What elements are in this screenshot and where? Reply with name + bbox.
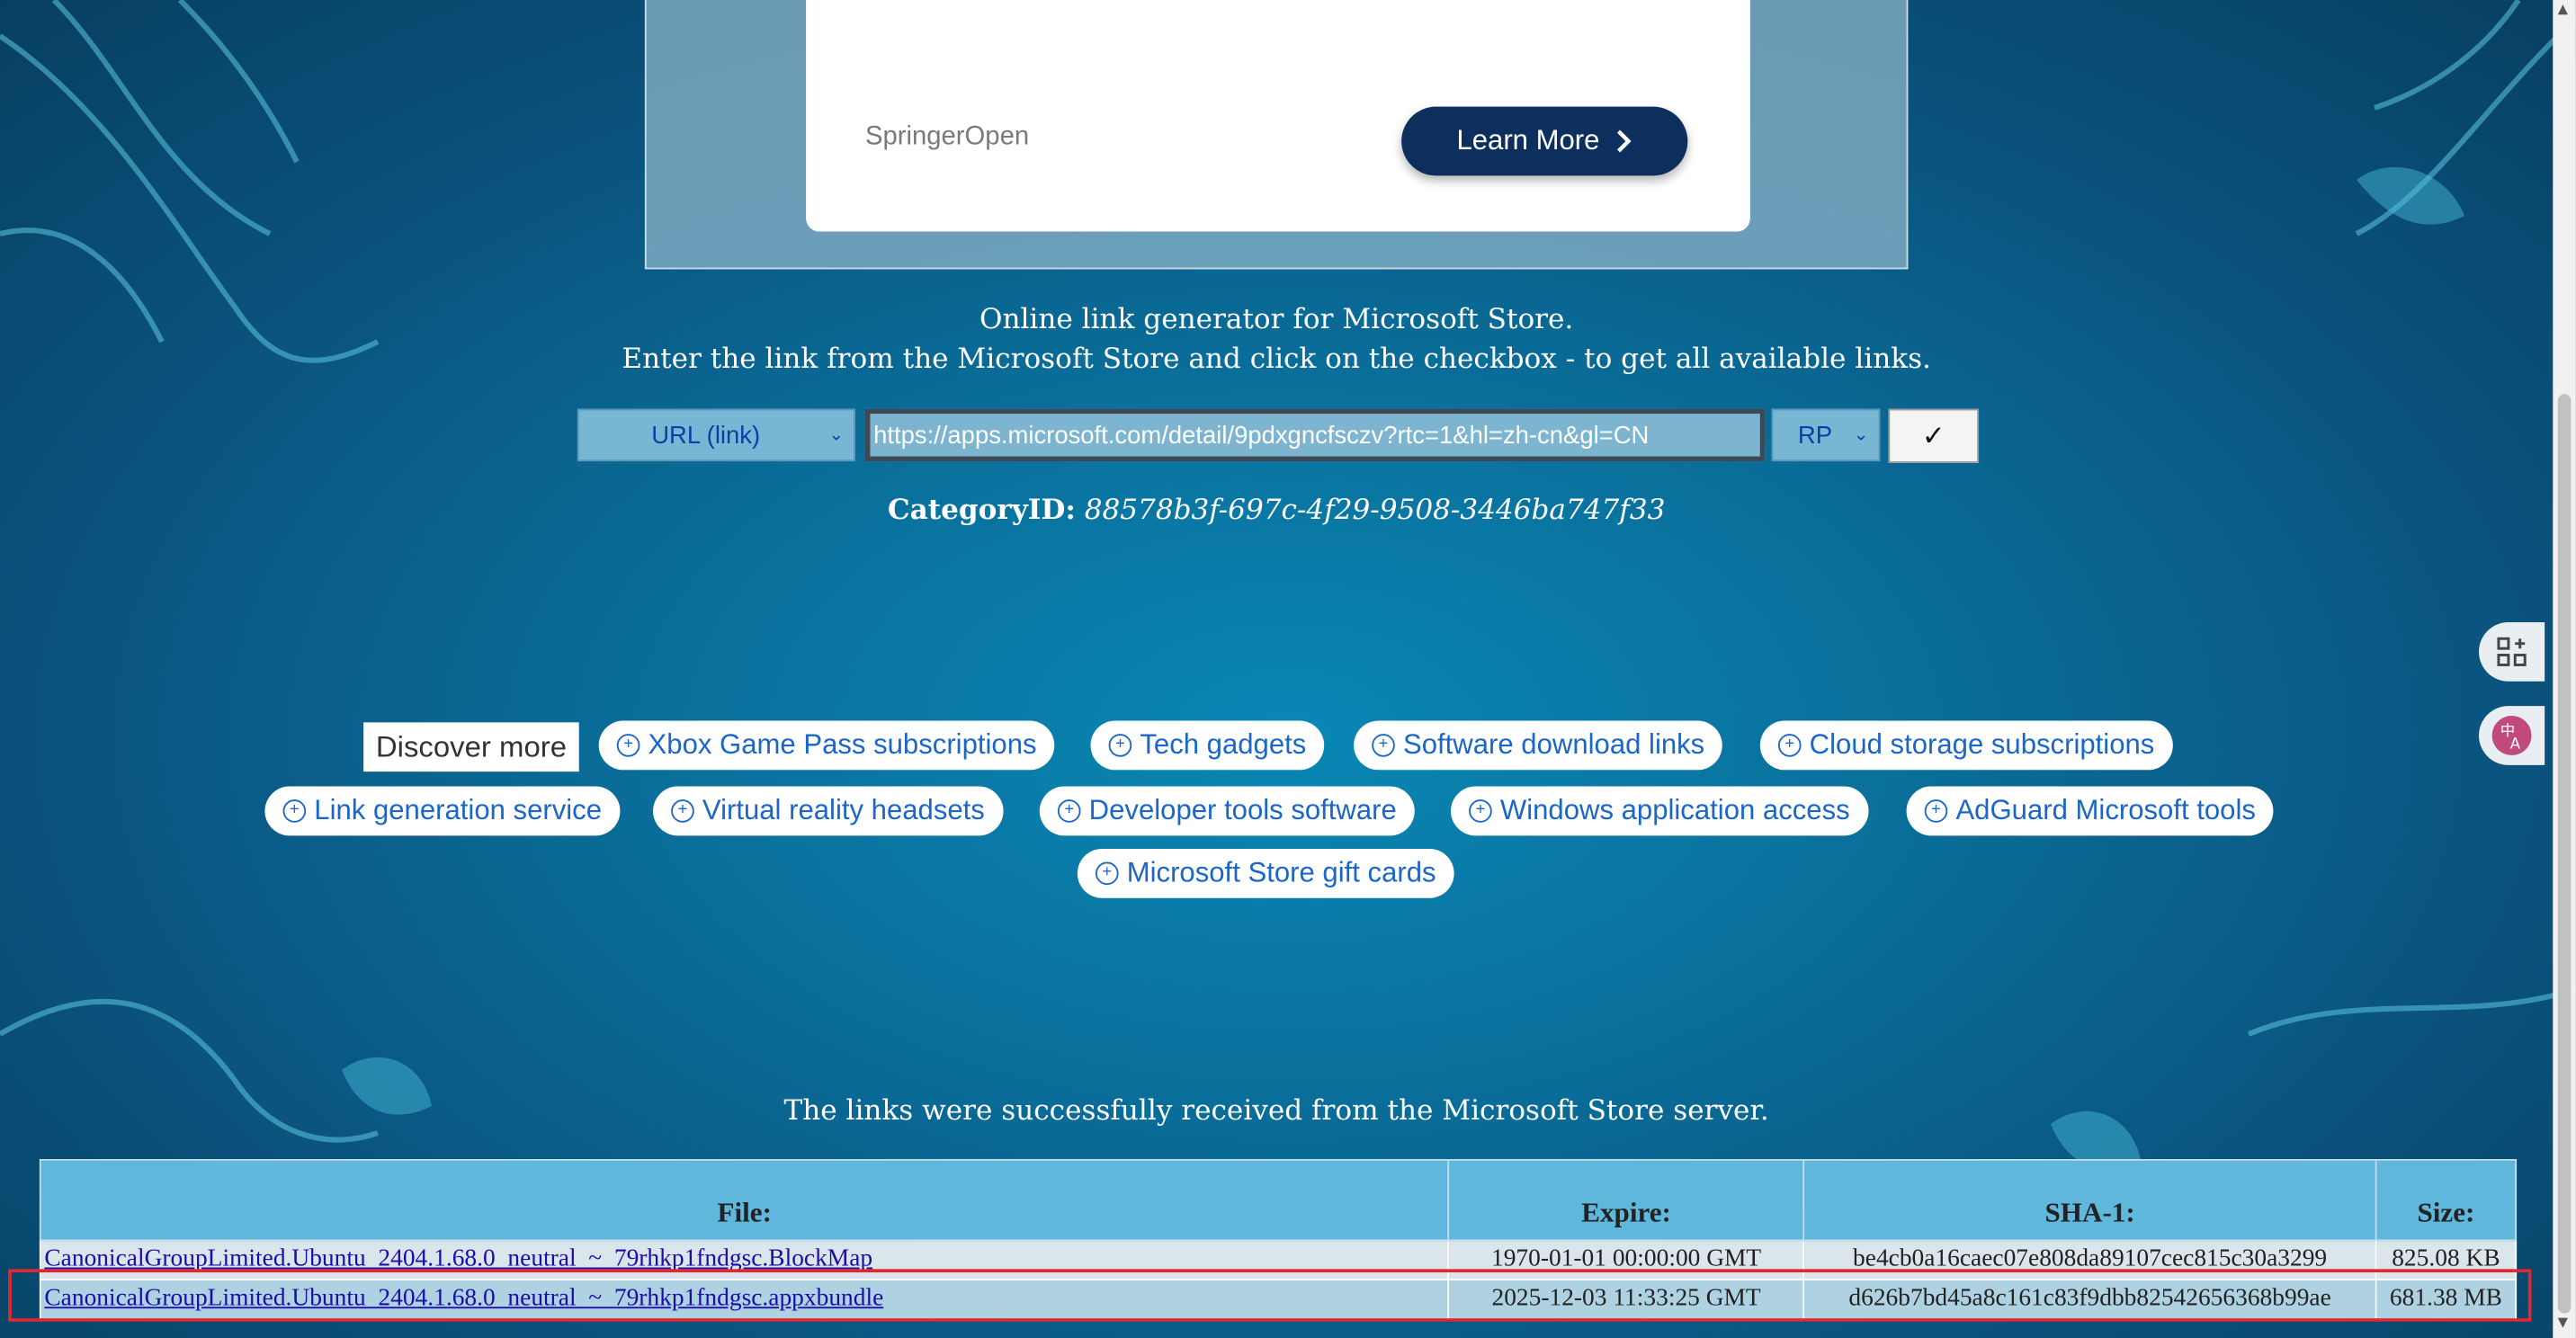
translate-icon: 中 A — [2491, 716, 2532, 755]
ad-card: SpringerOpen Learn More — [806, 0, 1750, 232]
chip-developer-tools[interactable]: + Developer tools software — [1039, 786, 1415, 836]
table-row: CanonicalGroupLimited.Ubuntu_2404.1.68.0… — [39, 1239, 2518, 1281]
chip-adguard-tools[interactable]: + AdGuard Microsoft tools — [1906, 786, 2275, 836]
plus-circle-icon: + — [1469, 799, 1492, 823]
scroll-thumb[interactable] — [2557, 394, 2572, 1314]
chip-label: Developer tools software — [1088, 794, 1397, 826]
plus-circle-icon: + — [1057, 799, 1081, 823]
file-cell: CanonicalGroupLimited.Ubuntu_2404.1.68.0… — [39, 1239, 1450, 1281]
table-header-row: File: Expire: SHA-1: Size: — [39, 1159, 2518, 1242]
chip-label: Virtual reality headsets — [702, 794, 985, 826]
chip-cloud-storage[interactable]: + Cloud storage subscriptions — [1759, 720, 2173, 771]
header-expire: Expire: — [1447, 1159, 1805, 1242]
plus-circle-icon: + — [1108, 734, 1132, 757]
header-sha1: SHA-1: — [1802, 1159, 2377, 1242]
chip-label: Link generation service — [314, 794, 603, 826]
learn-more-button[interactable]: Learn More — [1401, 106, 1688, 176]
plus-circle-icon: + — [671, 799, 694, 823]
file-link[interactable]: CanonicalGroupLimited.Ubuntu_2404.1.68.0… — [44, 1246, 872, 1272]
chip-xbox-game-pass[interactable]: + Xbox Game Pass subscriptions — [598, 720, 1055, 771]
scroll-down-arrow-icon[interactable]: ▼ — [2558, 1315, 2568, 1329]
intro-line-1: Online link generator for Microsoft Stor… — [979, 303, 1574, 337]
learn-more-label: Learn More — [1456, 124, 1600, 156]
sha1-cell: d626b7bd45a8c161c83f9dbb82542656368b99ae — [1802, 1279, 2377, 1320]
chevron-down-icon: ⌄ — [828, 424, 845, 445]
sha1-cell: be4cb0a16caec07e808da89107cec815c30a3299 — [1802, 1239, 2377, 1281]
url-input[interactable]: https://apps.microsoft.com/detail/9pdxgn… — [864, 408, 1766, 462]
files-table: File: Expire: SHA-1: Size: CanonicalGrou… — [39, 1159, 2518, 1320]
category-id: CategoryID: 88578b3f-697c-4f29-9508-3446… — [0, 495, 2553, 528]
type-select[interactable]: URL (link) ⌄ — [577, 408, 855, 462]
chip-windows-app-access[interactable]: + Windows application access — [1451, 786, 1868, 836]
svg-text:A: A — [2510, 736, 2521, 753]
expire-cell: 1970-01-01 00:00:00 GMT — [1447, 1239, 1805, 1281]
chip-link-generation[interactable]: + Link generation service — [264, 786, 621, 836]
intro-line-2: Enter the link from the Microsoft Store … — [622, 343, 1931, 377]
submit-check-button[interactable]: ✓ — [1888, 408, 1980, 463]
chip-label: Windows application access — [1499, 794, 1850, 826]
status-message: The links were successfully received fro… — [783, 1094, 1769, 1128]
side-translate-button[interactable]: 中 A — [2479, 706, 2545, 765]
plus-circle-icon: + — [1924, 799, 1948, 823]
ad-brand: SpringerOpen — [864, 122, 1030, 151]
header-size: Size: — [2375, 1159, 2518, 1242]
chip-label: Software download links — [1402, 728, 1705, 761]
chip-vr-headsets[interactable]: + Virtual reality headsets — [653, 786, 1003, 836]
plus-circle-icon: + — [282, 799, 307, 823]
plus-circle-icon: + — [1777, 734, 1802, 757]
file-cell: CanonicalGroupLimited.Ubuntu_2404.1.68.0… — [39, 1279, 1450, 1320]
chip-label: Tech gadgets — [1140, 728, 1307, 761]
chip-label: Cloud storage subscriptions — [1809, 728, 2155, 761]
chip-tech-gadgets[interactable]: + Tech gadgets — [1090, 720, 1325, 771]
ring-select[interactable]: RP ⌄ — [1771, 408, 1881, 462]
table-row: CanonicalGroupLimited.Ubuntu_2404.1.68.0… — [39, 1279, 2518, 1320]
expire-cell: 2025-12-03 11:33:25 GMT — [1447, 1279, 1805, 1320]
chip-software-download-links[interactable]: + Software download links — [1354, 720, 1723, 771]
ring-select-value: RP — [1797, 421, 1832, 450]
chevron-down-icon: ⌄ — [1853, 424, 1869, 445]
chip-label: Xbox Game Pass subscriptions — [648, 728, 1037, 761]
size-cell: 825.08 KB — [2375, 1239, 2518, 1281]
ad-frame: SpringerOpen Learn More — [644, 0, 1909, 270]
page-scrollbar[interactable]: ▲ ▼ — [2553, 0, 2576, 1338]
chip-label: Microsoft Store gift cards — [1126, 857, 1436, 888]
type-select-value: URL (link) — [651, 421, 761, 450]
discover-more-label: Discover more — [363, 722, 579, 772]
qr-app-icon — [2497, 637, 2527, 666]
scroll-up-arrow-icon[interactable]: ▲ — [2558, 2, 2568, 16]
side-qr-app-button[interactable] — [2479, 621, 2545, 682]
file-link[interactable]: CanonicalGroupLimited.Ubuntu_2404.1.68.0… — [44, 1286, 883, 1312]
header-file: File: — [39, 1159, 1450, 1242]
chevron-right-icon — [1617, 129, 1632, 153]
category-label: CategoryID: — [887, 494, 1076, 528]
size-cell: 681.38 MB — [2375, 1279, 2518, 1320]
plus-circle-icon: + — [1095, 861, 1119, 886]
chip-gift-cards[interactable]: + Microsoft Store gift cards — [1077, 848, 1454, 898]
plus-circle-icon: + — [1372, 734, 1395, 757]
plus-circle-icon: + — [616, 734, 640, 757]
category-value: 88578b3f-697c-4f29-9508-3446ba747f33 — [1084, 494, 1666, 528]
chip-label: AdGuard Microsoft tools — [1955, 794, 2256, 826]
